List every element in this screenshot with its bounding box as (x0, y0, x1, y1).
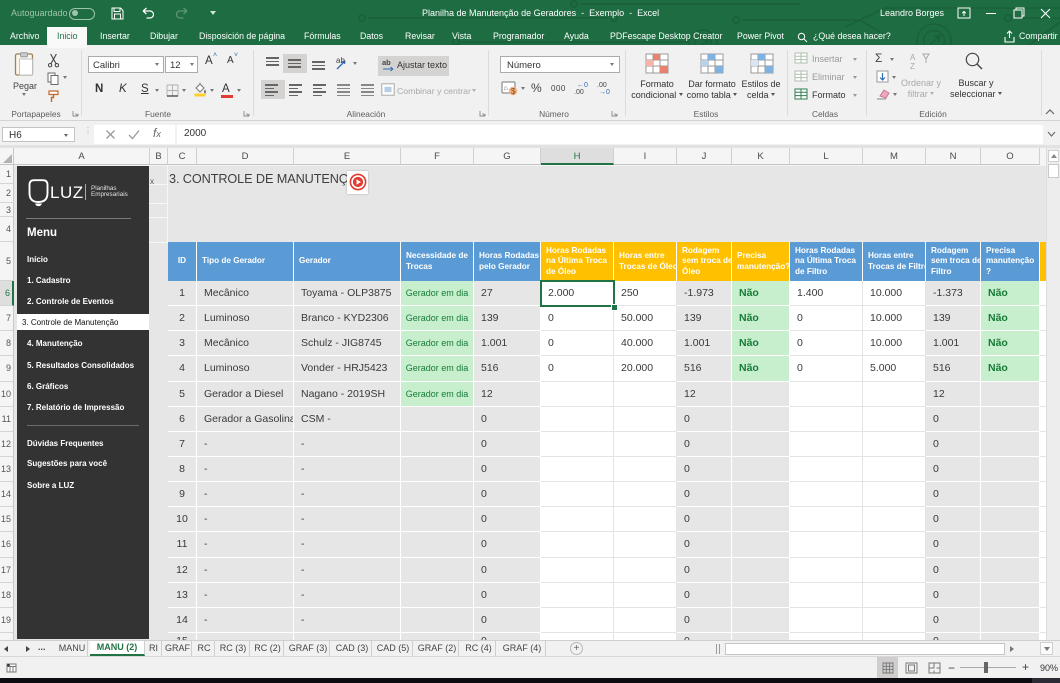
svg-text:⌂: ⌂ (504, 85, 508, 92)
svg-text:ab: ab (382, 58, 391, 67)
svg-text:←0: ←0 (577, 82, 588, 89)
svg-text:→0: →0 (599, 89, 610, 95)
svg-text:.00: .00 (597, 82, 607, 89)
svg-text:ab: ab (336, 56, 345, 65)
svg-text:Z: Z (910, 62, 915, 70)
svg-text:A: A (910, 53, 916, 62)
svg-text:$: $ (511, 87, 516, 96)
svg-text:.00: .00 (574, 89, 584, 95)
